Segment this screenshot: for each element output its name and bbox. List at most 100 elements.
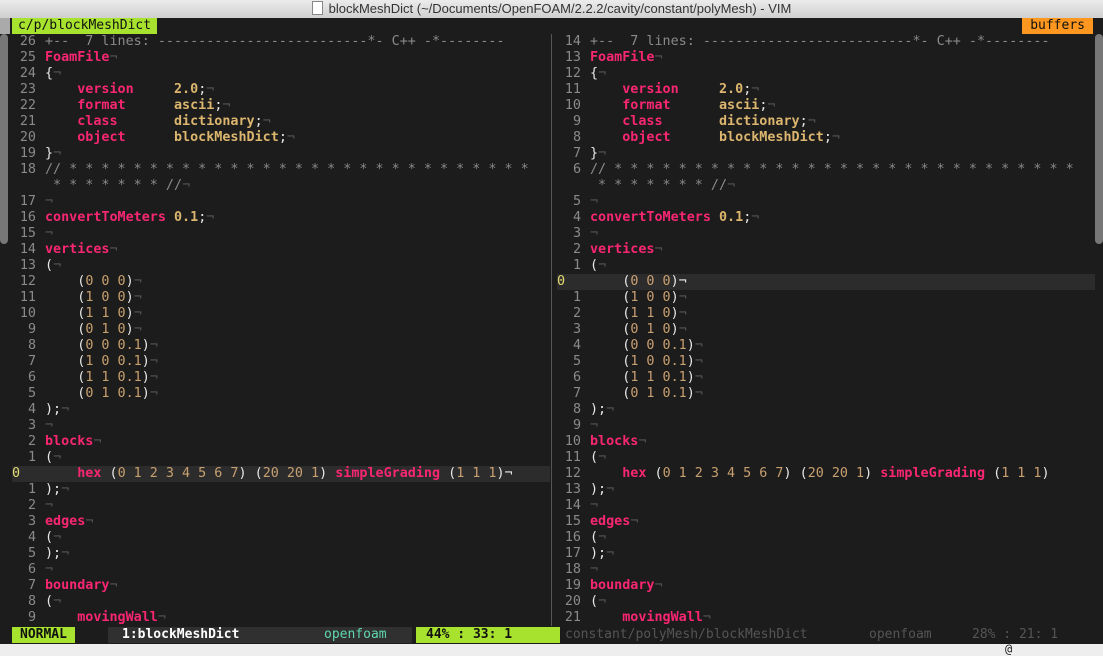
code-line[interactable]: 15 edges¬ <box>557 514 1095 530</box>
code-token: 1 1 1 <box>456 466 497 481</box>
code-line[interactable]: 4);¬ <box>12 402 550 418</box>
code-line[interactable]: 10 (1 1 0)¬ <box>12 306 550 322</box>
code-line[interactable]: 18 // * * * * * * * * * * * * * * * * * *… <box>12 162 550 178</box>
code-line[interactable]: 3 ¬ <box>557 226 1095 242</box>
code-line[interactable]: 5 (1 0 0.1)¬ <box>557 354 1095 370</box>
code-line[interactable]: 11 (¬ <box>557 450 1095 466</box>
code-line[interactable]: 11 version 2.0;¬ <box>557 82 1095 98</box>
code-line[interactable]: 10 format ascii;¬ <box>557 98 1095 114</box>
code-line[interactable]: 2 vertices¬ <box>557 242 1095 258</box>
code-line[interactable]: 15 ¬ <box>12 226 550 242</box>
code-token: ( <box>590 322 631 337</box>
code-token: ( <box>590 290 631 305</box>
code-line[interactable]: 1);¬ <box>12 482 550 498</box>
code-line[interactable]: 21 movingWall¬ <box>557 610 1095 626</box>
tab-current-buffer[interactable]: c/p/blockMeshDict <box>12 18 158 34</box>
status-position: 44% : 33: 1 <box>416 627 560 643</box>
code-line[interactable]: 9 class dictionary;¬ <box>557 114 1095 130</box>
code-line[interactable]: 1 (¬ <box>557 258 1095 274</box>
code-line[interactable]: 7 (0 1 0.1)¬ <box>557 386 1095 402</box>
code-line[interactable]: 13 (¬ <box>12 258 550 274</box>
code-line[interactable]: 6 ¬ <box>12 562 550 578</box>
code-line[interactable]: 6 // * * * * * * * * * * * * * * * * * * … <box>557 162 1095 178</box>
code-line[interactable]: 14 ¬ <box>557 498 1095 514</box>
code-line[interactable]: 14 +-- 7 lines: -------------------------… <box>557 34 1095 50</box>
code-line[interactable]: 4 convertToMeters 0.1;¬ <box>557 210 1095 226</box>
code-line[interactable]: 22 format ascii;¬ <box>12 98 550 114</box>
code-line[interactable]: 10 blocks¬ <box>557 434 1095 450</box>
left-editor-pane[interactable]: 26 +-- 7 lines: -------------------------… <box>12 34 550 626</box>
code-token: ¬ <box>831 130 840 145</box>
code-line[interactable]: * * * * * * * //¬ <box>12 178 550 194</box>
code-line[interactable]: 8);¬ <box>557 402 1095 418</box>
code-line[interactable]: 17 ¬ <box>12 194 550 210</box>
line-number: 20 <box>19 130 36 145</box>
code-line[interactable]: 2 ¬ <box>12 498 550 514</box>
code-line[interactable]: 6 (1 1 0.1)¬ <box>557 370 1095 386</box>
code-line[interactable]: 2 blocks¬ <box>12 434 550 450</box>
code-token: ¬ <box>678 306 687 321</box>
vertical-split-divider[interactable] <box>551 34 552 626</box>
code-line[interactable]: 19}¬ <box>12 146 550 162</box>
right-editor-pane[interactable]: 14 +-- 7 lines: -------------------------… <box>557 34 1095 626</box>
code-line[interactable]: 20 (¬ <box>557 594 1095 610</box>
code-line[interactable]: 2 (1 1 0)¬ <box>557 306 1095 322</box>
code-token: 0 0 0 <box>630 274 671 289</box>
code-line[interactable]: 12 hex (0 1 2 3 4 5 6 7) (20 20 1) simpl… <box>557 466 1095 482</box>
code-line[interactable]: 5 ¬ <box>557 194 1095 210</box>
right-scrollbar[interactable] <box>1095 34 1103 244</box>
left-scrollbar[interactable] <box>0 34 8 244</box>
code-line[interactable]: 12 (0 0 0)¬ <box>12 274 550 290</box>
code-line[interactable]: 7}¬ <box>557 146 1095 162</box>
code-token: ¬ <box>694 354 703 369</box>
code-line[interactable]: 7 (1 0 0.1)¬ <box>12 354 550 370</box>
code-token: ¬ <box>727 178 736 193</box>
code-line[interactable]: 0 (0 0 0)¬ <box>557 274 1095 290</box>
code-line[interactable]: 16 (¬ <box>557 530 1095 546</box>
code-line[interactable]: 25 FoamFile¬ <box>12 50 550 66</box>
code-line[interactable]: 5 (0 1 0.1)¬ <box>12 386 550 402</box>
code-line[interactable]: 13);¬ <box>557 482 1095 498</box>
tab-buffers[interactable]: buffers <box>1022 18 1093 34</box>
code-line[interactable]: 9 ¬ <box>557 418 1095 434</box>
code-line[interactable]: 7 boundary¬ <box>12 578 550 594</box>
code-line[interactable]: 24 {¬ <box>12 66 550 82</box>
code-line[interactable]: 8 (¬ <box>12 594 550 610</box>
code-line[interactable]: 23 version 2.0;¬ <box>12 82 550 98</box>
code-line[interactable]: 20 object blockMeshDict;¬ <box>12 130 550 146</box>
code-line[interactable]: 14 vertices¬ <box>12 242 550 258</box>
code-line[interactable]: 5);¬ <box>12 546 550 562</box>
code-token: ¬ <box>262 114 271 129</box>
code-line[interactable]: 13 FoamFile¬ <box>557 50 1095 66</box>
code-line[interactable]: 17);¬ <box>557 546 1095 562</box>
code-line[interactable]: 19 boundary¬ <box>557 578 1095 594</box>
code-line[interactable]: 4 (0 0 0.1)¬ <box>557 338 1095 354</box>
code-line[interactable]: * * * * * * * //¬ <box>557 178 1095 194</box>
code-line[interactable]: 16 convertToMeters 0.1;¬ <box>12 210 550 226</box>
code-line[interactable]: 0 hex (0 1 2 3 4 5 6 7) (20 20 1) simple… <box>12 466 550 482</box>
code-token: vertices <box>45 242 110 257</box>
code-line[interactable]: 12 {¬ <box>557 66 1095 82</box>
command-line[interactable]: @ <box>0 642 1103 656</box>
code-line[interactable]: 1 (¬ <box>12 450 550 466</box>
code-line[interactable]: 1 (1 0 0)¬ <box>557 290 1095 306</box>
code-line[interactable]: 21 class dictionary;¬ <box>12 114 550 130</box>
window-title: blockMeshDict (~/Documents/OpenFOAM/2.2.… <box>328 1 792 16</box>
line-number: 8 <box>572 130 581 145</box>
line-number: 1 <box>572 290 581 305</box>
code-line[interactable]: 3 ¬ <box>12 418 550 434</box>
code-line[interactable]: 8 object blockMeshDict;¬ <box>557 130 1095 146</box>
code-line[interactable]: 26 +-- 7 lines: -------------------------… <box>12 34 550 50</box>
code-line[interactable]: 6 (1 1 0.1)¬ <box>12 370 550 386</box>
code-line[interactable]: 4 (¬ <box>12 530 550 546</box>
code-line[interactable]: 9 movingWall¬ <box>12 610 550 626</box>
code-line[interactable]: 11 (1 0 0)¬ <box>12 290 550 306</box>
code-line[interactable]: 3 (0 1 0)¬ <box>557 322 1095 338</box>
code-line[interactable]: 3 edges¬ <box>12 514 550 530</box>
code-line[interactable]: 8 (0 0 0.1)¬ <box>12 338 550 354</box>
code-line[interactable]: 9 (0 1 0)¬ <box>12 322 550 338</box>
code-line[interactable]: 18 ¬ <box>557 562 1095 578</box>
